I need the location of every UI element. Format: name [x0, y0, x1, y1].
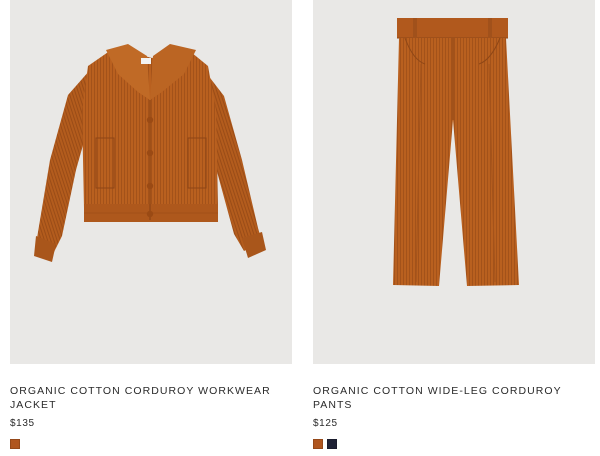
color-swatch-rust[interactable] [313, 439, 323, 449]
color-swatch-rust[interactable] [10, 439, 20, 449]
product-grid: ORGANIC COTTON CORDUROY WORKWEAR JACKET … [0, 0, 600, 456]
color-swatches [10, 439, 20, 450]
color-swatches [313, 439, 337, 450]
product-title[interactable]: ORGANIC COTTON CORDUROY WORKWEAR JACKET [10, 384, 292, 412]
product-image-jacket[interactable] [10, 0, 292, 364]
product-card-jacket[interactable]: ORGANIC COTTON CORDUROY WORKWEAR JACKET … [10, 0, 292, 456]
product-title[interactable]: ORGANIC COTTON WIDE-LEG CORDUROY PANTS [313, 384, 595, 412]
product-price: $125 [313, 418, 338, 429]
product-card-pants[interactable]: ORGANIC COTTON WIDE-LEG CORDUROY PANTS $… [313, 0, 595, 456]
product-price: $135 [10, 418, 35, 429]
jacket-illustration [34, 44, 266, 262]
product-image-pants[interactable] [313, 0, 595, 364]
color-swatch-navy[interactable] [327, 439, 337, 449]
pants-illustration [393, 18, 519, 286]
